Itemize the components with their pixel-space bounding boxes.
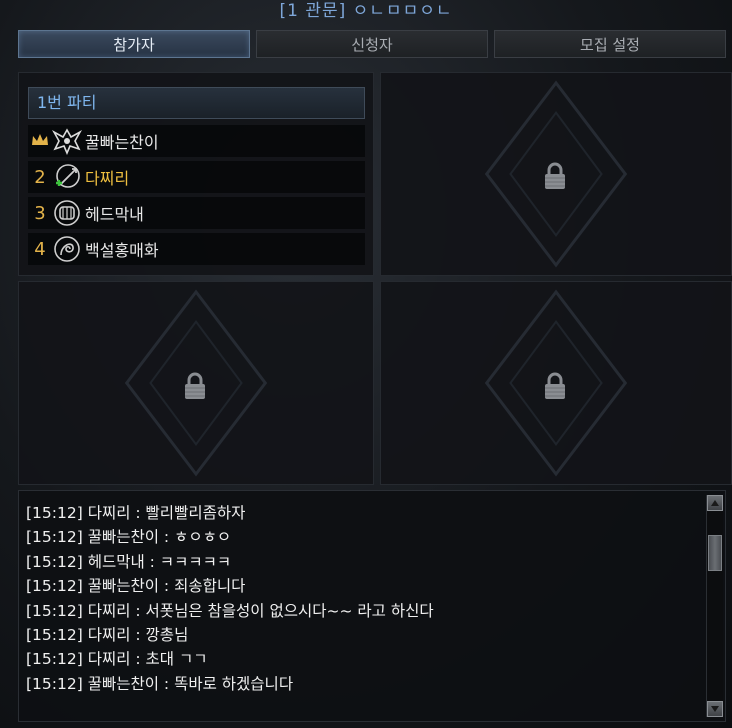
class-emblem-icon — [52, 162, 82, 192]
tab-bar: 참가자 신청자 모집 설정 — [18, 30, 726, 60]
lock-icon — [182, 371, 208, 401]
chat-scrollbar[interactable] — [706, 495, 723, 717]
class-emblem-icon — [52, 126, 82, 156]
chat-line: [15:12] 다찌리 : 초대 ㄱㄱ — [26, 650, 208, 669]
arrow-down-icon — [711, 706, 719, 712]
slot-number: 2 — [34, 166, 46, 188]
party-member[interactable]: 꿀빠는찬이 — [28, 125, 365, 157]
party-member[interactable]: 4 백설홍매화 — [28, 233, 365, 265]
member-name: 백설홍매화 — [85, 241, 159, 260]
chat-lines: [15:12] 다찌리 : 빨리빨리좀하자 [15:12] 꿀빠는찬이 : ㅎㅇ… — [26, 501, 434, 696]
scroll-up-button[interactable] — [707, 495, 723, 511]
locked-party-panel — [380, 72, 732, 276]
party-1-panel: 1번 파티 꿀빠는찬이 2 다찌리 3 헤드막내 4 백설홍매화 — [18, 72, 374, 276]
scroll-thumb[interactable] — [708, 535, 722, 571]
chat-line: [15:12] 다찌리 : 깡총님 — [26, 625, 189, 644]
leader-crown-icon — [28, 131, 52, 152]
member-name: 꿀빠는찬이 — [85, 133, 159, 152]
party-member[interactable]: 3 헤드막내 — [28, 197, 365, 229]
tab-recruit-settings[interactable]: 모집 설정 — [494, 30, 726, 58]
chat-line: [15:12] 꿀빠는찬이 : 죄송합니다 — [26, 577, 246, 596]
tab-applicants[interactable]: 신청자 — [256, 30, 488, 58]
scroll-down-button[interactable] — [707, 701, 723, 717]
arrow-up-icon — [711, 500, 719, 506]
member-name: 헤드막내 — [85, 205, 144, 224]
chat-line: [15:12] 다찌리 : 서폿님은 참을성이 없으시다~~ 라고 하신다 — [26, 601, 434, 620]
chat-line: [15:12] 헤드막내 : ㅋㅋㅋㅋㅋ — [26, 552, 232, 571]
party-member[interactable]: 2 다찌리 — [28, 161, 365, 193]
locked-party-panel — [380, 281, 732, 485]
chat-line: [15:12] 꿀빠는찬이 : ㅎㅇㅎㅇ — [26, 528, 232, 547]
class-emblem-icon — [52, 234, 82, 264]
tab-participants[interactable]: 참가자 — [18, 30, 250, 58]
party-1-header: 1번 파티 — [28, 87, 365, 119]
lock-icon — [542, 161, 568, 191]
locked-party-panel — [18, 281, 374, 485]
slot-number: 4 — [34, 238, 46, 260]
member-name: 다찌리 — [85, 169, 130, 188]
lock-icon — [542, 371, 568, 401]
chat-log[interactable]: [15:12] 다찌리 : 빨리빨리좀하자 [15:12] 꿀빠는찬이 : ㅎㅇ… — [18, 490, 726, 722]
chat-line: [15:12] 꿀빠는찬이 : 똑바로 하겠습니다 — [26, 674, 294, 693]
chat-line: [15:12] 다찌리 : 빨리빨리좀하자 — [26, 504, 246, 522]
party-title: [1 관문] ㅇㄴㅁㅁㅇㄴ — [279, 1, 453, 21]
class-emblem-icon — [52, 198, 82, 228]
slot-number: 3 — [34, 202, 46, 224]
